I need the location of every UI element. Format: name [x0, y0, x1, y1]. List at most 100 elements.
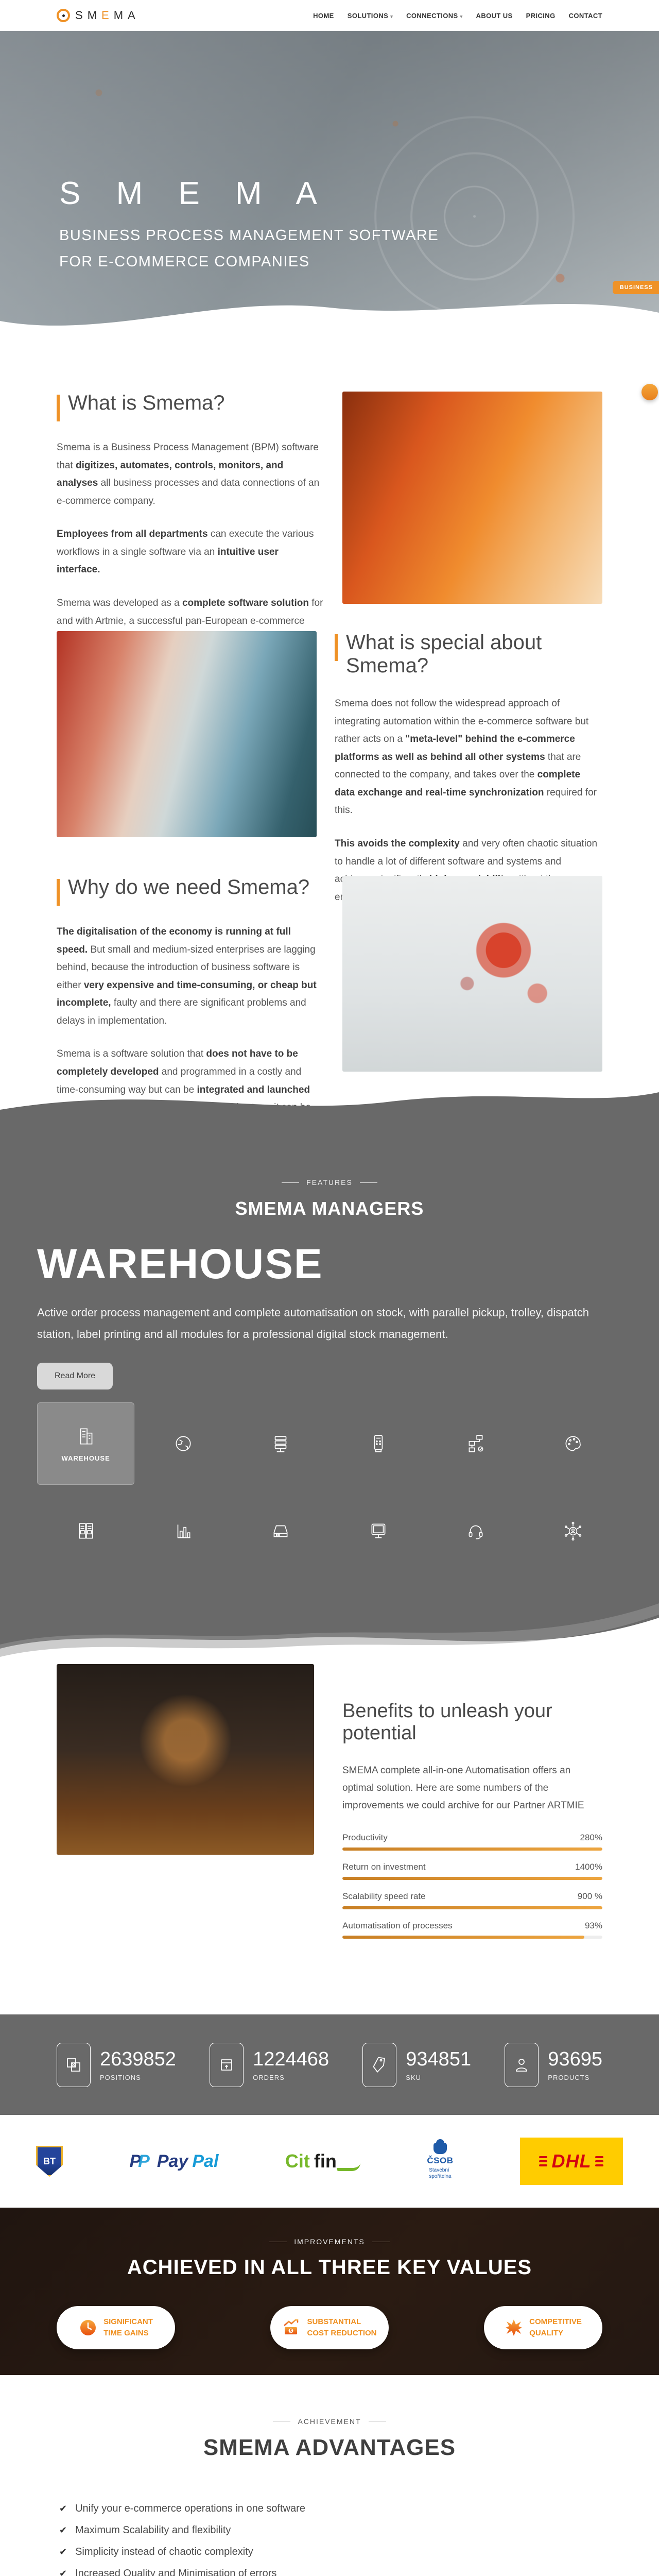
benefits-bar-automatisation: Automatisation of processes 93%: [342, 1921, 602, 1939]
monitor-icon: [371, 1523, 386, 1538]
nav-pricing[interactable]: PRICING: [526, 12, 556, 20]
page: SMEMA HOME SOLUTIONS ▾ CONNECTIONS ▾ ABO…: [0, 0, 659, 2576]
what-section: What is Smema? Smema is a Business Proce…: [0, 340, 659, 662]
csob-subtitle: Stavební spořitelna: [429, 2167, 452, 2180]
what-heading: What is Smema?: [57, 392, 324, 421]
stat-products: 93695 PRODUCTS: [505, 2042, 602, 2087]
tag-icon: [362, 2042, 397, 2087]
tile-storage[interactable]: [232, 1490, 330, 1572]
special-section-image: [57, 631, 317, 837]
progress-fill: [342, 1876, 602, 1880]
hero-subtitle-line1: BUSINESS PROCESS MANAGEMENT SOFTWARE: [59, 227, 439, 244]
badge-time-gains: SIGNIFICANT TIME GAINS: [57, 2306, 175, 2349]
special-paragraph-1: Smema does not follow the widespread app…: [335, 698, 597, 816]
benefits-text-column: Benefits to unleash your potential SMEMA…: [342, 1664, 602, 1950]
badge-quality: COMPETITIVE QUALITY: [484, 2306, 602, 2349]
cost-chart-icon: $: [284, 2319, 298, 2334]
dhl-dashes-right: [595, 2156, 604, 2166]
why-section: Why do we need Smema? The digitalisation…: [0, 855, 659, 1148]
features-big-title: WAREHOUSE: [37, 1241, 323, 1287]
floating-action-button[interactable]: [641, 384, 658, 400]
check-icon: ✔: [59, 2525, 67, 2535]
citfin-swoosh: [336, 2163, 360, 2171]
tile-world[interactable]: [134, 1402, 232, 1485]
citfin-word-2: fin: [314, 2150, 337, 2172]
what-section-image: [342, 392, 602, 604]
dhl-word: DHL: [551, 2150, 592, 2172]
hero-subtitle-line2: FOR E-COMMERCE COMPANIES: [59, 253, 310, 270]
advantages-tag-text: ACHIEVEMENT: [298, 2417, 361, 2426]
header: SMEMA HOME SOLUTIONS ▾ CONNECTIONS ▾ ABO…: [0, 0, 659, 31]
advantages-image: [439, 2494, 624, 2576]
progress-track: [342, 1906, 602, 1909]
special-heading-text: What is special about Smema?: [346, 631, 542, 677]
tile-network[interactable]: [525, 1490, 622, 1572]
features-title: SMEMA MANAGERS: [235, 1198, 424, 1219]
progress-track: [342, 1935, 602, 1939]
calculator-icon: [374, 1435, 383, 1452]
progress-track: [342, 1847, 602, 1851]
tile-design[interactable]: [525, 1402, 622, 1485]
hero-title: S M E M A: [59, 176, 331, 211]
nav-solutions[interactable]: SOLUTIONS ▾: [348, 12, 393, 20]
benefits-bar-productivity: Productivity 280%: [342, 1833, 602, 1851]
nav-about-us[interactable]: ABOUT US: [476, 12, 513, 20]
nav-connections[interactable]: CONNECTIONS ▾: [406, 12, 462, 20]
user-network-icon: [565, 1521, 582, 1541]
hero-side-tag[interactable]: BUSINESS: [612, 281, 659, 294]
bar-chart-icon: [177, 1524, 190, 1538]
progress-fill: [342, 1935, 584, 1939]
tag-line-left: [273, 2421, 291, 2422]
features-section: FEATURES SMEMA MANAGERS WAREHOUSE Active…: [0, 1121, 659, 1600]
tile-workflow[interactable]: [427, 1402, 524, 1485]
starburst-icon: [506, 2319, 523, 2336]
list-item: ✔ Simplicity instead of chaotic complexit…: [59, 2546, 253, 2557]
tile-monitor[interactable]: [330, 1490, 427, 1572]
benefits-intro: SMEMA complete all-in-one Automatisation…: [342, 1765, 584, 1811]
tile-invoice[interactable]: [37, 1490, 134, 1572]
dhl-dashes-left: [539, 2156, 548, 2166]
hero-wave-divider: [0, 303, 659, 341]
advantages-section: ACHIEVEMENT SMEMA ADVANTAGES ✔ Unify your…: [0, 2375, 659, 2576]
advantages-heading: SMEMA ADVANTAGES: [203, 2435, 456, 2460]
improvements-heading: ACHIEVED IN ALL THREE KEY VALUES: [127, 2256, 532, 2279]
svg-text:$: $: [289, 2329, 292, 2333]
tile-statistics[interactable]: [134, 1490, 232, 1572]
improvements-tag-text: IMPROVEMENTS: [294, 2238, 365, 2246]
main-nav: HOME SOLUTIONS ▾ CONNECTIONS ▾ ABOUT US …: [313, 12, 602, 20]
why-paragraph-1: The digitalisation of the economy is run…: [57, 926, 317, 1026]
features-tagline: FEATURES: [0, 1121, 659, 1187]
progress-fill: [342, 1906, 602, 1909]
tile-support[interactable]: [427, 1490, 524, 1572]
csob-mark-icon: [433, 2139, 447, 2154]
tag-line-right: [359, 1182, 377, 1183]
clock-icon: [80, 2320, 96, 2335]
stat-label: POSITIONS: [100, 2073, 141, 2081]
logo-dhl: DHL: [519, 2138, 623, 2185]
hard-drive-icon: [273, 1525, 288, 1537]
why-heading: Why do we need Smema?: [57, 876, 324, 906]
tile-terminal[interactable]: [330, 1402, 427, 1485]
improvements-tagline: IMPROVEMENTS: [0, 2208, 659, 2246]
logo-banca-transilvania: BT: [36, 2146, 63, 2177]
nav-home[interactable]: HOME: [313, 12, 334, 20]
advantages-list: ✔ Unify your e-commerce operations in one…: [59, 2503, 414, 2576]
read-more-button[interactable]: Read More: [37, 1362, 113, 1389]
brand-logo[interactable]: SMEMA: [57, 9, 140, 22]
stat-value: 1224468: [253, 2048, 330, 2070]
features-tag-text: FEATURES: [306, 1178, 353, 1187]
check-icon: ✔: [59, 2503, 67, 2514]
tile-server[interactable]: [232, 1402, 330, 1485]
bar-value: 1400%: [575, 1861, 602, 1872]
tile-warehouse-label: WAREHOUSE: [61, 1454, 110, 1462]
logo-citfin: Cit fin: [285, 2150, 360, 2172]
chevron-down-icon: ▾: [390, 13, 393, 19]
badge-label: SIGNIFICANT TIME GAINS: [103, 2317, 153, 2337]
nav-contact[interactable]: CONTACT: [569, 12, 602, 20]
gray-wave-divider: [0, 1092, 659, 1121]
chevron-down-icon: ▾: [460, 13, 463, 19]
bar-label: Automatisation of processes: [342, 1920, 453, 1930]
stat-label: PRODUCTS: [548, 2073, 590, 2081]
tile-warehouse[interactable]: WAREHOUSE: [37, 1402, 135, 1485]
paypal-word-1: Pay: [157, 2151, 188, 2171]
